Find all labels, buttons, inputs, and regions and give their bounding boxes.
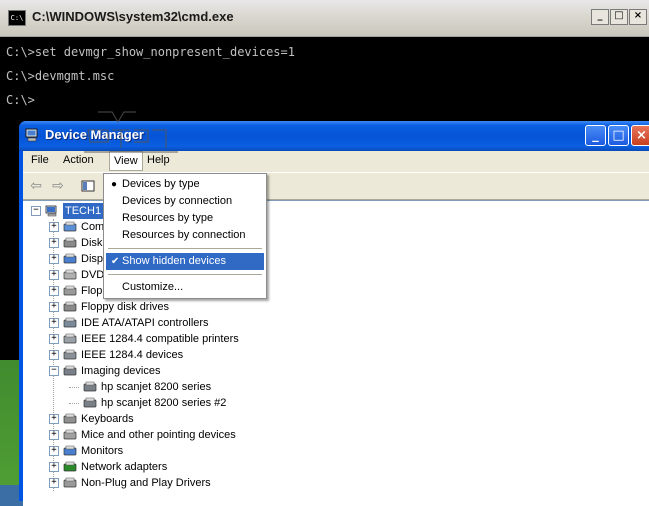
- tree-item-label: DVD: [81, 269, 105, 281]
- menu-separator: [108, 248, 262, 249]
- device-manager-icon[interactable]: [25, 128, 41, 142]
- tree-item-label: Keyboards: [81, 413, 134, 425]
- menu-item-show-hidden-devices[interactable]: ✔ Show hidden devices: [106, 253, 264, 270]
- tree-root-label[interactable]: TECH1: [63, 203, 104, 219]
- collapse-toggle[interactable]: −: [49, 366, 59, 376]
- expand-toggle[interactable]: +: [49, 302, 59, 312]
- menu-item-customize[interactable]: Customize...: [106, 279, 264, 296]
- cmd-window-title: C:\WINDOWS\system32\cmd.exe: [32, 9, 234, 24]
- tree-item-label: Monitors: [81, 445, 124, 457]
- expand-toggle[interactable]: +: [49, 270, 59, 280]
- tree-guide-line: [69, 387, 79, 388]
- expand-toggle[interactable]: +: [49, 254, 59, 264]
- tree-item-label: hp scanjet 8200 series #2: [101, 397, 227, 409]
- dvd-drive-icon: [63, 269, 77, 280]
- scanner-icon: [83, 397, 97, 408]
- menu-separator: [108, 274, 262, 275]
- cmd-maximize-button[interactable]: □: [610, 9, 628, 25]
- tree-item-label: Network adapters: [81, 461, 168, 473]
- tree-item-label: Flop: [81, 285, 103, 297]
- ieee-device-icon: [63, 349, 77, 360]
- menu-item-label: Resources by connection: [122, 229, 246, 241]
- expand-toggle[interactable]: +: [49, 334, 59, 344]
- tree-item-label: Floppy disk drives: [81, 301, 170, 313]
- expand-toggle[interactable]: +: [49, 446, 59, 456]
- menu-item-resources-by-type[interactable]: Resources by type: [106, 210, 264, 227]
- cmd-line: C:\>: [6, 93, 35, 107]
- expand-toggle[interactable]: +: [49, 286, 59, 296]
- menu-item-resources-by-connection[interactable]: Resources by connection: [106, 227, 264, 244]
- computer-icon: [45, 205, 57, 217]
- floppy-drive-icon: [63, 301, 77, 312]
- mouse-icon: [63, 429, 77, 440]
- expand-toggle[interactable]: +: [49, 222, 59, 232]
- expand-toggle[interactable]: +: [49, 414, 59, 424]
- tree-item-label: Non-Plug and Play Drivers: [81, 477, 211, 489]
- scanner-icon: [63, 365, 77, 376]
- expand-toggle[interactable]: +: [49, 318, 59, 328]
- cmd-titlebar[interactable]: C:\ C:\WINDOWS\system32\cmd.exe _ □ ×: [0, 0, 649, 37]
- keyboard-icon: [63, 413, 77, 424]
- tree-item-label: IDE ATA/ATAPI controllers: [81, 317, 209, 329]
- view-menu-dropdown[interactable]: ● Devices by type Devices by connection …: [103, 173, 267, 299]
- computer-icon: [63, 221, 77, 232]
- expand-toggle[interactable]: +: [49, 238, 59, 248]
- tree-item-label: Imaging devices: [81, 365, 161, 377]
- ide-controller-icon: [63, 317, 77, 328]
- printer-icon: [63, 333, 77, 344]
- menu-item-devices-by-connection[interactable]: Devices by connection: [106, 193, 264, 210]
- cmd-line: C:\>devmgmt.msc: [6, 69, 115, 83]
- disk-drive-icon: [63, 237, 77, 248]
- display-adapter-icon: [63, 253, 77, 264]
- expand-toggle[interactable]: +: [49, 462, 59, 472]
- tree-guide-line: [69, 403, 79, 404]
- scanner-icon: [83, 381, 97, 392]
- cmd-close-button[interactable]: ×: [629, 9, 647, 25]
- tree-item-label: IEEE 1284.4 compatible printers: [81, 333, 239, 345]
- watermark-logo-icon: [84, 111, 178, 153]
- menu-item-label: Devices by type: [122, 178, 200, 190]
- menu-file[interactable]: File: [31, 154, 49, 166]
- tree-item-label: IEEE 1284.4 devices: [81, 349, 184, 361]
- tree-item-label: Mice and other pointing devices: [81, 429, 236, 441]
- dm-close-button[interactable]: ×: [631, 125, 649, 146]
- tree-item-label: Disp: [81, 253, 104, 265]
- cmd-minimize-button[interactable]: _: [591, 9, 609, 25]
- network-adapter-icon: [63, 461, 77, 472]
- cmd-line: C:\>set devmgr_show_nonpresent_devices=1: [6, 45, 295, 59]
- tree-item-label: hp scanjet 8200 series: [101, 381, 212, 393]
- driver-icon: [63, 477, 77, 488]
- show-hide-tree-icon[interactable]: [79, 177, 97, 195]
- menu-item-devices-by-type[interactable]: ● Devices by type: [106, 176, 264, 193]
- menu-item-label: Devices by connection: [122, 195, 233, 207]
- forward-arrow-icon[interactable]: ⇨: [49, 177, 67, 195]
- menu-item-label: Show hidden devices: [122, 255, 226, 267]
- expand-toggle[interactable]: +: [49, 350, 59, 360]
- menu-item-label: Resources by type: [122, 212, 214, 224]
- monitor-icon: [63, 445, 77, 456]
- tree-item-label: Com: [81, 221, 105, 233]
- expand-toggle[interactable]: +: [49, 430, 59, 440]
- checkmark-icon: ✔: [111, 256, 120, 267]
- tree-item-label: Disk: [81, 237, 103, 249]
- cmd-app-icon[interactable]: C:\: [8, 10, 26, 26]
- dm-minimize-button[interactable]: _: [585, 125, 606, 146]
- dm-maximize-button[interactable]: □: [608, 125, 629, 146]
- collapse-toggle[interactable]: −: [31, 206, 41, 216]
- radio-bullet-icon: ●: [111, 179, 118, 190]
- back-arrow-icon[interactable]: ⇦: [27, 177, 45, 195]
- expand-toggle[interactable]: +: [49, 478, 59, 488]
- menu-item-label: Customize...: [122, 281, 184, 293]
- floppy-controller-icon: [63, 285, 77, 296]
